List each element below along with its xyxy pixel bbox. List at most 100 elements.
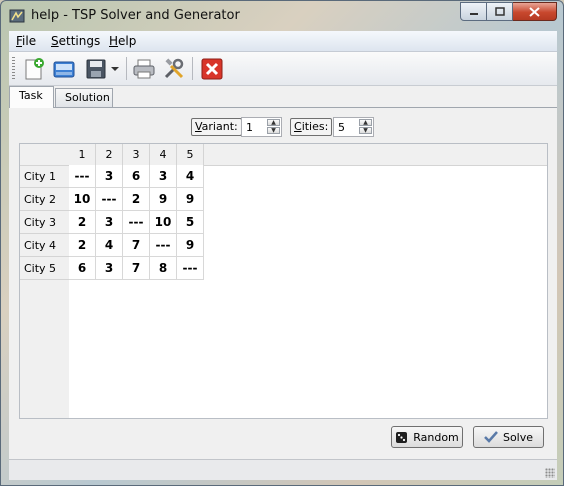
table-cell[interactable]: 2 bbox=[69, 234, 96, 257]
row-header[interactable]: City 1 bbox=[20, 165, 69, 188]
toolbar bbox=[9, 52, 557, 86]
tab-task-label: Task bbox=[19, 89, 43, 102]
table-cell[interactable]: --- bbox=[177, 257, 204, 280]
table-cell[interactable]: 9 bbox=[177, 188, 204, 211]
table-cell[interactable]: --- bbox=[150, 234, 177, 257]
variant-label-text: ariant: bbox=[201, 120, 238, 133]
column-header[interactable]: 3 bbox=[123, 144, 150, 165]
close-button[interactable] bbox=[513, 2, 557, 21]
maximize-icon bbox=[494, 7, 505, 16]
table-cell[interactable]: --- bbox=[96, 188, 123, 211]
table-cell[interactable]: 2 bbox=[69, 211, 96, 234]
save-dropdown-button[interactable] bbox=[109, 56, 121, 82]
row-header[interactable]: City 4 bbox=[20, 234, 69, 257]
open-button[interactable] bbox=[51, 56, 77, 82]
status-bar bbox=[9, 459, 557, 480]
table-cell[interactable]: 6 bbox=[69, 257, 96, 280]
cities-spinbox[interactable]: 5 ▲ ▼ bbox=[333, 117, 374, 137]
menu-settings[interactable]: Settings bbox=[51, 34, 100, 48]
cities-value: 5 bbox=[338, 121, 345, 134]
save-button[interactable] bbox=[83, 56, 109, 82]
menu-settings-label: ettings bbox=[58, 34, 101, 48]
table-cell[interactable]: 6 bbox=[123, 165, 150, 188]
row-header[interactable]: City 3 bbox=[20, 211, 69, 234]
toolbar-grip[interactable] bbox=[12, 57, 15, 80]
menu-help-label: elp bbox=[118, 34, 137, 48]
resize-grip-icon[interactable] bbox=[545, 468, 555, 478]
column-header[interactable]: 2 bbox=[96, 144, 123, 165]
close-icon bbox=[529, 6, 540, 17]
settings-tools-icon bbox=[164, 58, 184, 79]
variant-down-arrow-icon[interactable]: ▼ bbox=[267, 127, 280, 134]
menu-help-mnemonic: H bbox=[109, 34, 119, 48]
new-file-icon bbox=[25, 58, 44, 80]
tab-task[interactable]: Task bbox=[9, 86, 54, 108]
toolbar-separator bbox=[126, 57, 127, 80]
cities-label-mnemonic: C bbox=[294, 120, 302, 133]
table-cell[interactable]: 4 bbox=[177, 165, 204, 188]
column-header[interactable]: 4 bbox=[150, 144, 177, 165]
close-task-icon bbox=[201, 58, 223, 80]
title-bar[interactable]: help - TSP Solver and Generator bbox=[1, 1, 563, 31]
solve-button[interactable]: Solve bbox=[473, 426, 544, 448]
open-icon bbox=[53, 61, 75, 78]
distance-table[interactable]: 1 2 3 4 5 City 1 --- 3 6 3 4 City 2 10 --- 2 9 9 City 323… bbox=[19, 143, 548, 419]
cities-up-arrow-icon[interactable]: ▲ bbox=[359, 119, 372, 126]
dice-icon bbox=[396, 431, 408, 443]
new-button[interactable] bbox=[21, 56, 47, 82]
table-cell[interactable]: 8 bbox=[150, 257, 177, 280]
row-header[interactable]: City 2 bbox=[20, 188, 69, 211]
menu-settings-mnemonic: S bbox=[51, 34, 59, 48]
table-cell[interactable]: 4 bbox=[96, 234, 123, 257]
checkmark-icon bbox=[484, 431, 498, 443]
tab-solution-label: Solution bbox=[65, 91, 110, 104]
menu-bar: File Settings Help bbox=[9, 31, 557, 52]
variant-spinbox[interactable]: 1 ▲ ▼ bbox=[241, 117, 282, 137]
maximize-button[interactable] bbox=[487, 2, 513, 21]
table-cell[interactable]: 5 bbox=[177, 211, 204, 234]
random-button-label: Random bbox=[413, 430, 459, 444]
app-window: help - TSP Solver and Generator File Set… bbox=[0, 0, 564, 486]
table-cell[interactable]: 7 bbox=[123, 257, 150, 280]
table-cell[interactable]: 3 bbox=[96, 165, 123, 188]
minimize-button[interactable] bbox=[460, 2, 487, 21]
row-header[interactable]: City 5 bbox=[20, 257, 69, 280]
variant-label: Variant: bbox=[191, 118, 242, 136]
variant-value: 1 bbox=[246, 121, 253, 134]
menu-file-label: ile bbox=[22, 34, 37, 48]
table-cell[interactable]: 9 bbox=[150, 188, 177, 211]
table-cell[interactable]: 7 bbox=[123, 234, 150, 257]
table-cell[interactable]: --- bbox=[69, 165, 96, 188]
cities-down-arrow-icon[interactable]: ▼ bbox=[359, 127, 372, 134]
table-cell[interactable]: 10 bbox=[69, 188, 96, 211]
column-header[interactable]: 1 bbox=[69, 144, 96, 165]
column-header[interactable]: 5 bbox=[177, 144, 204, 165]
table-cell[interactable]: 9 bbox=[177, 234, 204, 257]
variant-label-mnemonic: V bbox=[195, 120, 202, 133]
print-icon bbox=[133, 59, 155, 79]
solve-button-label: Solve bbox=[502, 430, 534, 444]
table-cell[interactable]: --- bbox=[123, 211, 150, 234]
settings-tools-button[interactable] bbox=[161, 56, 187, 82]
toolbar-separator bbox=[192, 57, 193, 80]
variant-up-arrow-icon[interactable]: ▲ bbox=[267, 119, 280, 126]
table-cell[interactable]: 3 bbox=[96, 211, 123, 234]
table-cell[interactable]: 3 bbox=[150, 165, 177, 188]
window-title: help - TSP Solver and Generator bbox=[31, 8, 240, 23]
cities-label: Cities: bbox=[290, 118, 333, 136]
random-button[interactable]: Random bbox=[391, 426, 463, 448]
print-button[interactable] bbox=[131, 56, 157, 82]
client-area: File Settings Help Task Solution Variant… bbox=[9, 31, 557, 480]
minimize-icon bbox=[469, 12, 478, 15]
table-cell[interactable]: 10 bbox=[150, 211, 177, 234]
tab-solution[interactable]: Solution bbox=[55, 88, 113, 107]
menu-help[interactable]: Help bbox=[109, 34, 136, 48]
close-task-button[interactable] bbox=[199, 56, 225, 82]
save-dropdown-icon bbox=[111, 67, 119, 71]
table-cell[interactable]: 3 bbox=[96, 257, 123, 280]
tab-strip: Task Solution bbox=[9, 86, 557, 108]
cities-label-text: ities: bbox=[301, 120, 329, 133]
table-cell[interactable]: 2 bbox=[123, 188, 150, 211]
save-icon bbox=[86, 59, 106, 79]
menu-file[interactable]: File bbox=[16, 34, 36, 48]
